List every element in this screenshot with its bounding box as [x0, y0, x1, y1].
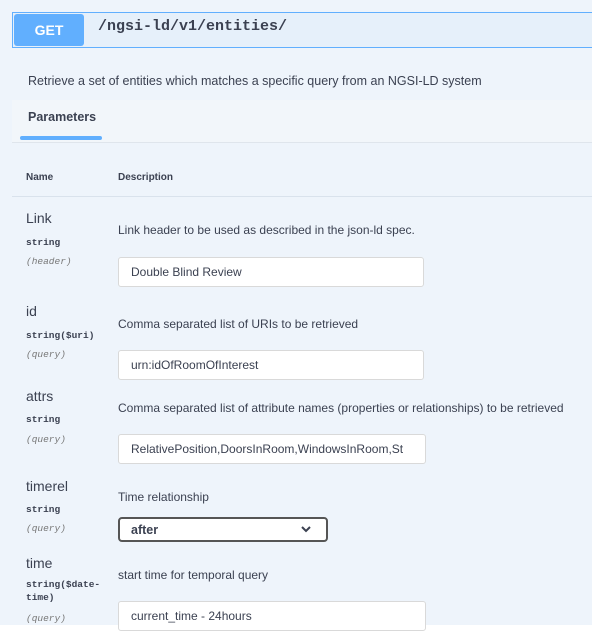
param-in-link: (header)	[26, 256, 72, 267]
table-header-divider	[12, 196, 592, 197]
column-header-description: Description	[118, 172, 174, 183]
operation-block: GET /ngsi-ld/v1/entities/ Retrieve a set…	[0, 0, 592, 631]
param-name-time: time	[26, 555, 53, 571]
param-type-attrs: string	[26, 414, 61, 425]
column-header-name: Name	[26, 172, 54, 183]
timerel-select[interactable]: after	[118, 517, 328, 542]
param-description-attrs: Comma separated list of attribute names …	[118, 401, 564, 415]
param-description-link: Link header to be used as described in t…	[118, 223, 415, 237]
param-type-link: string	[26, 237, 61, 248]
param-type-time-line2: time)	[26, 592, 55, 603]
param-description-id: Comma separated list of URIs to be retri…	[118, 317, 359, 331]
tab-active-indicator	[20, 136, 102, 140]
timerel-selected-value: after	[131, 522, 159, 537]
operation-description: Retrieve a set of entities which matches…	[28, 74, 482, 88]
chevron-down-icon	[301, 526, 311, 533]
param-name-id: id	[26, 303, 37, 319]
param-name-attrs: attrs	[26, 388, 54, 404]
param-in-attrs: (query)	[26, 434, 66, 445]
param-in-id: (query)	[26, 349, 66, 360]
attrs-input[interactable]: RelativePosition,DoorsInRoom,WindowsInRo…	[118, 434, 426, 464]
param-description-timerel: Time relationship	[118, 490, 209, 504]
param-name-link: Link	[26, 210, 52, 226]
param-name-timerel: timerel	[26, 478, 69, 494]
time-input[interactable]: current_time - 24hours	[118, 601, 426, 631]
id-input[interactable]: urn:idOfRoomOfInterest	[118, 350, 424, 380]
endpoint-path[interactable]: /ngsi-ld/v1/entities/	[98, 18, 287, 35]
tab-parameters[interactable]: Parameters	[28, 110, 96, 124]
method-badge[interactable]: GET	[14, 14, 84, 46]
link-input[interactable]: Double Blind Review	[118, 257, 424, 287]
param-type-id: string($uri)	[26, 330, 95, 341]
param-type-timerel: string	[26, 504, 61, 515]
param-description-time: start time for temporal query	[118, 568, 269, 582]
param-in-time: (query)	[26, 613, 66, 624]
param-type-time-line1: string($date-	[26, 579, 101, 590]
param-in-timerel: (query)	[26, 523, 66, 534]
